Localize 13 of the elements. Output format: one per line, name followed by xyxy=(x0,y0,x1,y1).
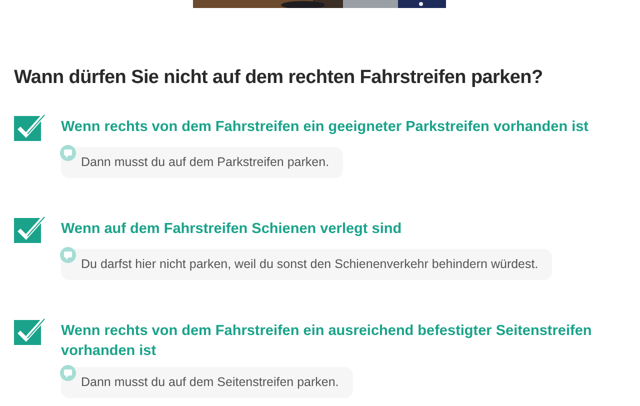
answer-text: Wenn rechts von dem Fahrstreifen ein geeigneter Parkstreifen vorhanden ist xyxy=(61,118,589,137)
question-heading: Wann dürfen Sie nicht auf dem rechten Fahrstreifen parken? xyxy=(14,67,544,89)
answer-text: Wenn auf dem Fahrstreifen Schienen verlegt sind xyxy=(61,220,402,239)
checkbox[interactable] xyxy=(14,113,46,141)
answer-text: Wenn rechts von dem Fahrstreifen ein ausreichend befestigter Seitenstreifen vorhanden ist xyxy=(61,322,593,361)
checkbox[interactable] xyxy=(14,215,46,243)
speech-bubble-icon xyxy=(60,145,76,161)
explanation-bubble: Du darfst hier nicht parken, weil du sonst den Schienenverkehr behindern würdest. xyxy=(61,249,552,280)
explanation-bubble: Dann musst du auf dem Parkstreifen parken. xyxy=(61,147,344,178)
speech-bubble-icon xyxy=(60,365,76,381)
checkbox[interactable] xyxy=(14,317,46,345)
explanation-bubble: Dann musst du auf dem Seitenstreifen parken. xyxy=(61,367,353,398)
speech-bubble-icon xyxy=(60,247,76,263)
